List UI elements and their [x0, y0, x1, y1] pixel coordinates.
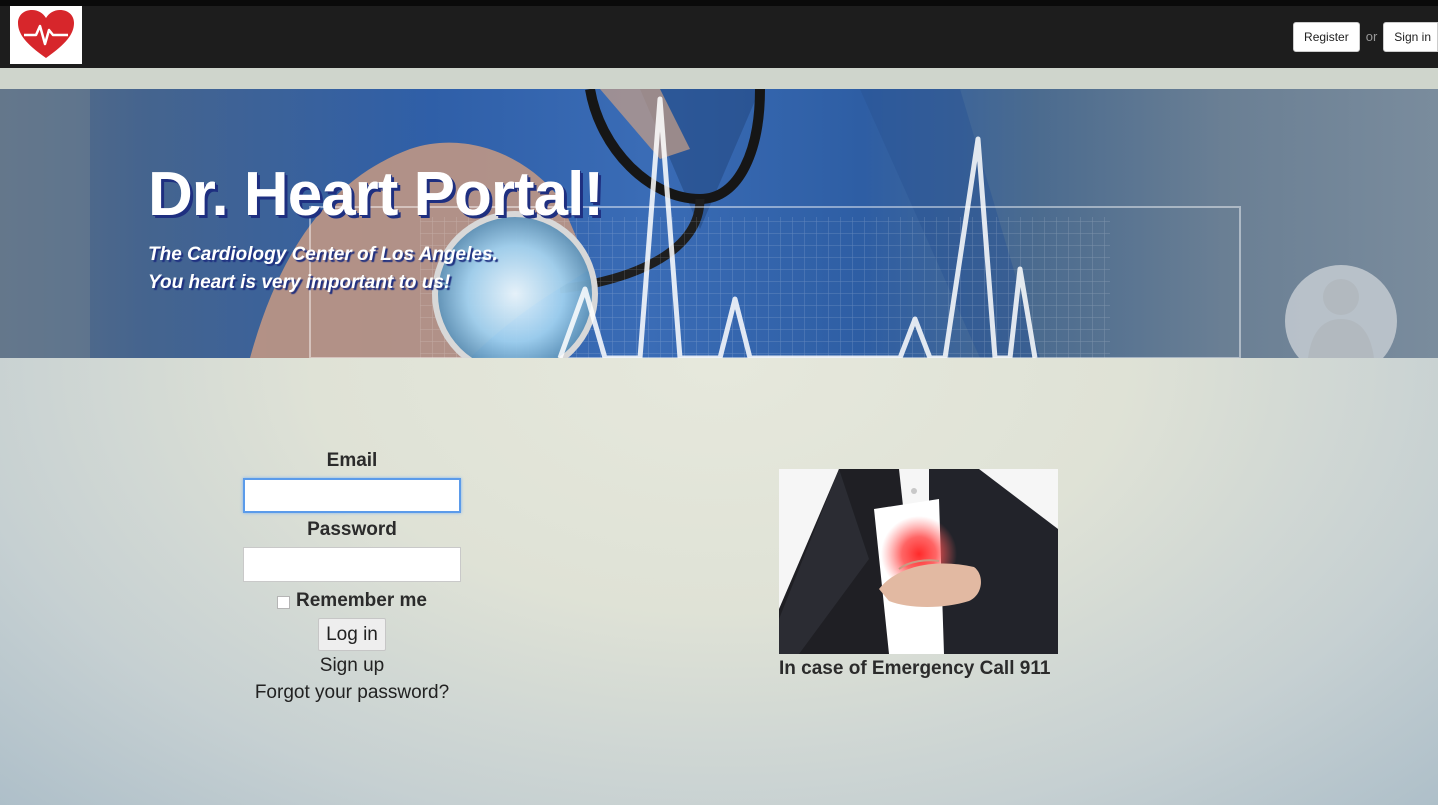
- heart-logo[interactable]: [10, 6, 82, 64]
- page-title: Dr. Heart Portal!: [148, 160, 604, 229]
- remember-me-checkbox[interactable]: [277, 596, 291, 609]
- hero-subtitle-line-2: You heart is very important to us!: [148, 272, 451, 293]
- forgot-password-link[interactable]: Forgot your password?: [200, 682, 504, 704]
- auth-actions: Register or Sign in: [1293, 21, 1438, 52]
- password-label: Password: [307, 519, 397, 540]
- log-in-button[interactable]: Log in: [318, 618, 386, 651]
- heart-icon: [18, 10, 74, 58]
- hero-top-band: [0, 68, 1438, 89]
- register-button[interactable]: Register: [1293, 21, 1360, 52]
- hero-subtitle-line-1: The Cardiology Center of Los Angeles.: [148, 244, 498, 265]
- sign-up-link[interactable]: Sign up: [200, 655, 504, 677]
- emergency-caption: In case of Emergency Call 911: [779, 658, 1051, 679]
- email-label: Email: [326, 450, 378, 471]
- login-form: Email Password Remember me Log in Sign u…: [200, 450, 504, 704]
- chest-pain-illustration: [779, 469, 1058, 654]
- email-field[interactable]: [243, 478, 461, 513]
- sign-in-button[interactable]: Sign in: [1383, 21, 1438, 52]
- remember-me-row: Remember me: [200, 590, 504, 612]
- hero-banner: Dr. Heart Portal! The Cardiology Center …: [0, 89, 1438, 358]
- remember-me-label: Remember me: [296, 590, 427, 611]
- top-navbar: Register or Sign in: [0, 0, 1438, 68]
- emergency-image: [779, 469, 1058, 654]
- hero-subtitle: The Cardiology Center of Los Angeles. Yo…: [148, 241, 498, 297]
- or-separator: or: [1365, 29, 1378, 44]
- password-field[interactable]: [243, 547, 461, 582]
